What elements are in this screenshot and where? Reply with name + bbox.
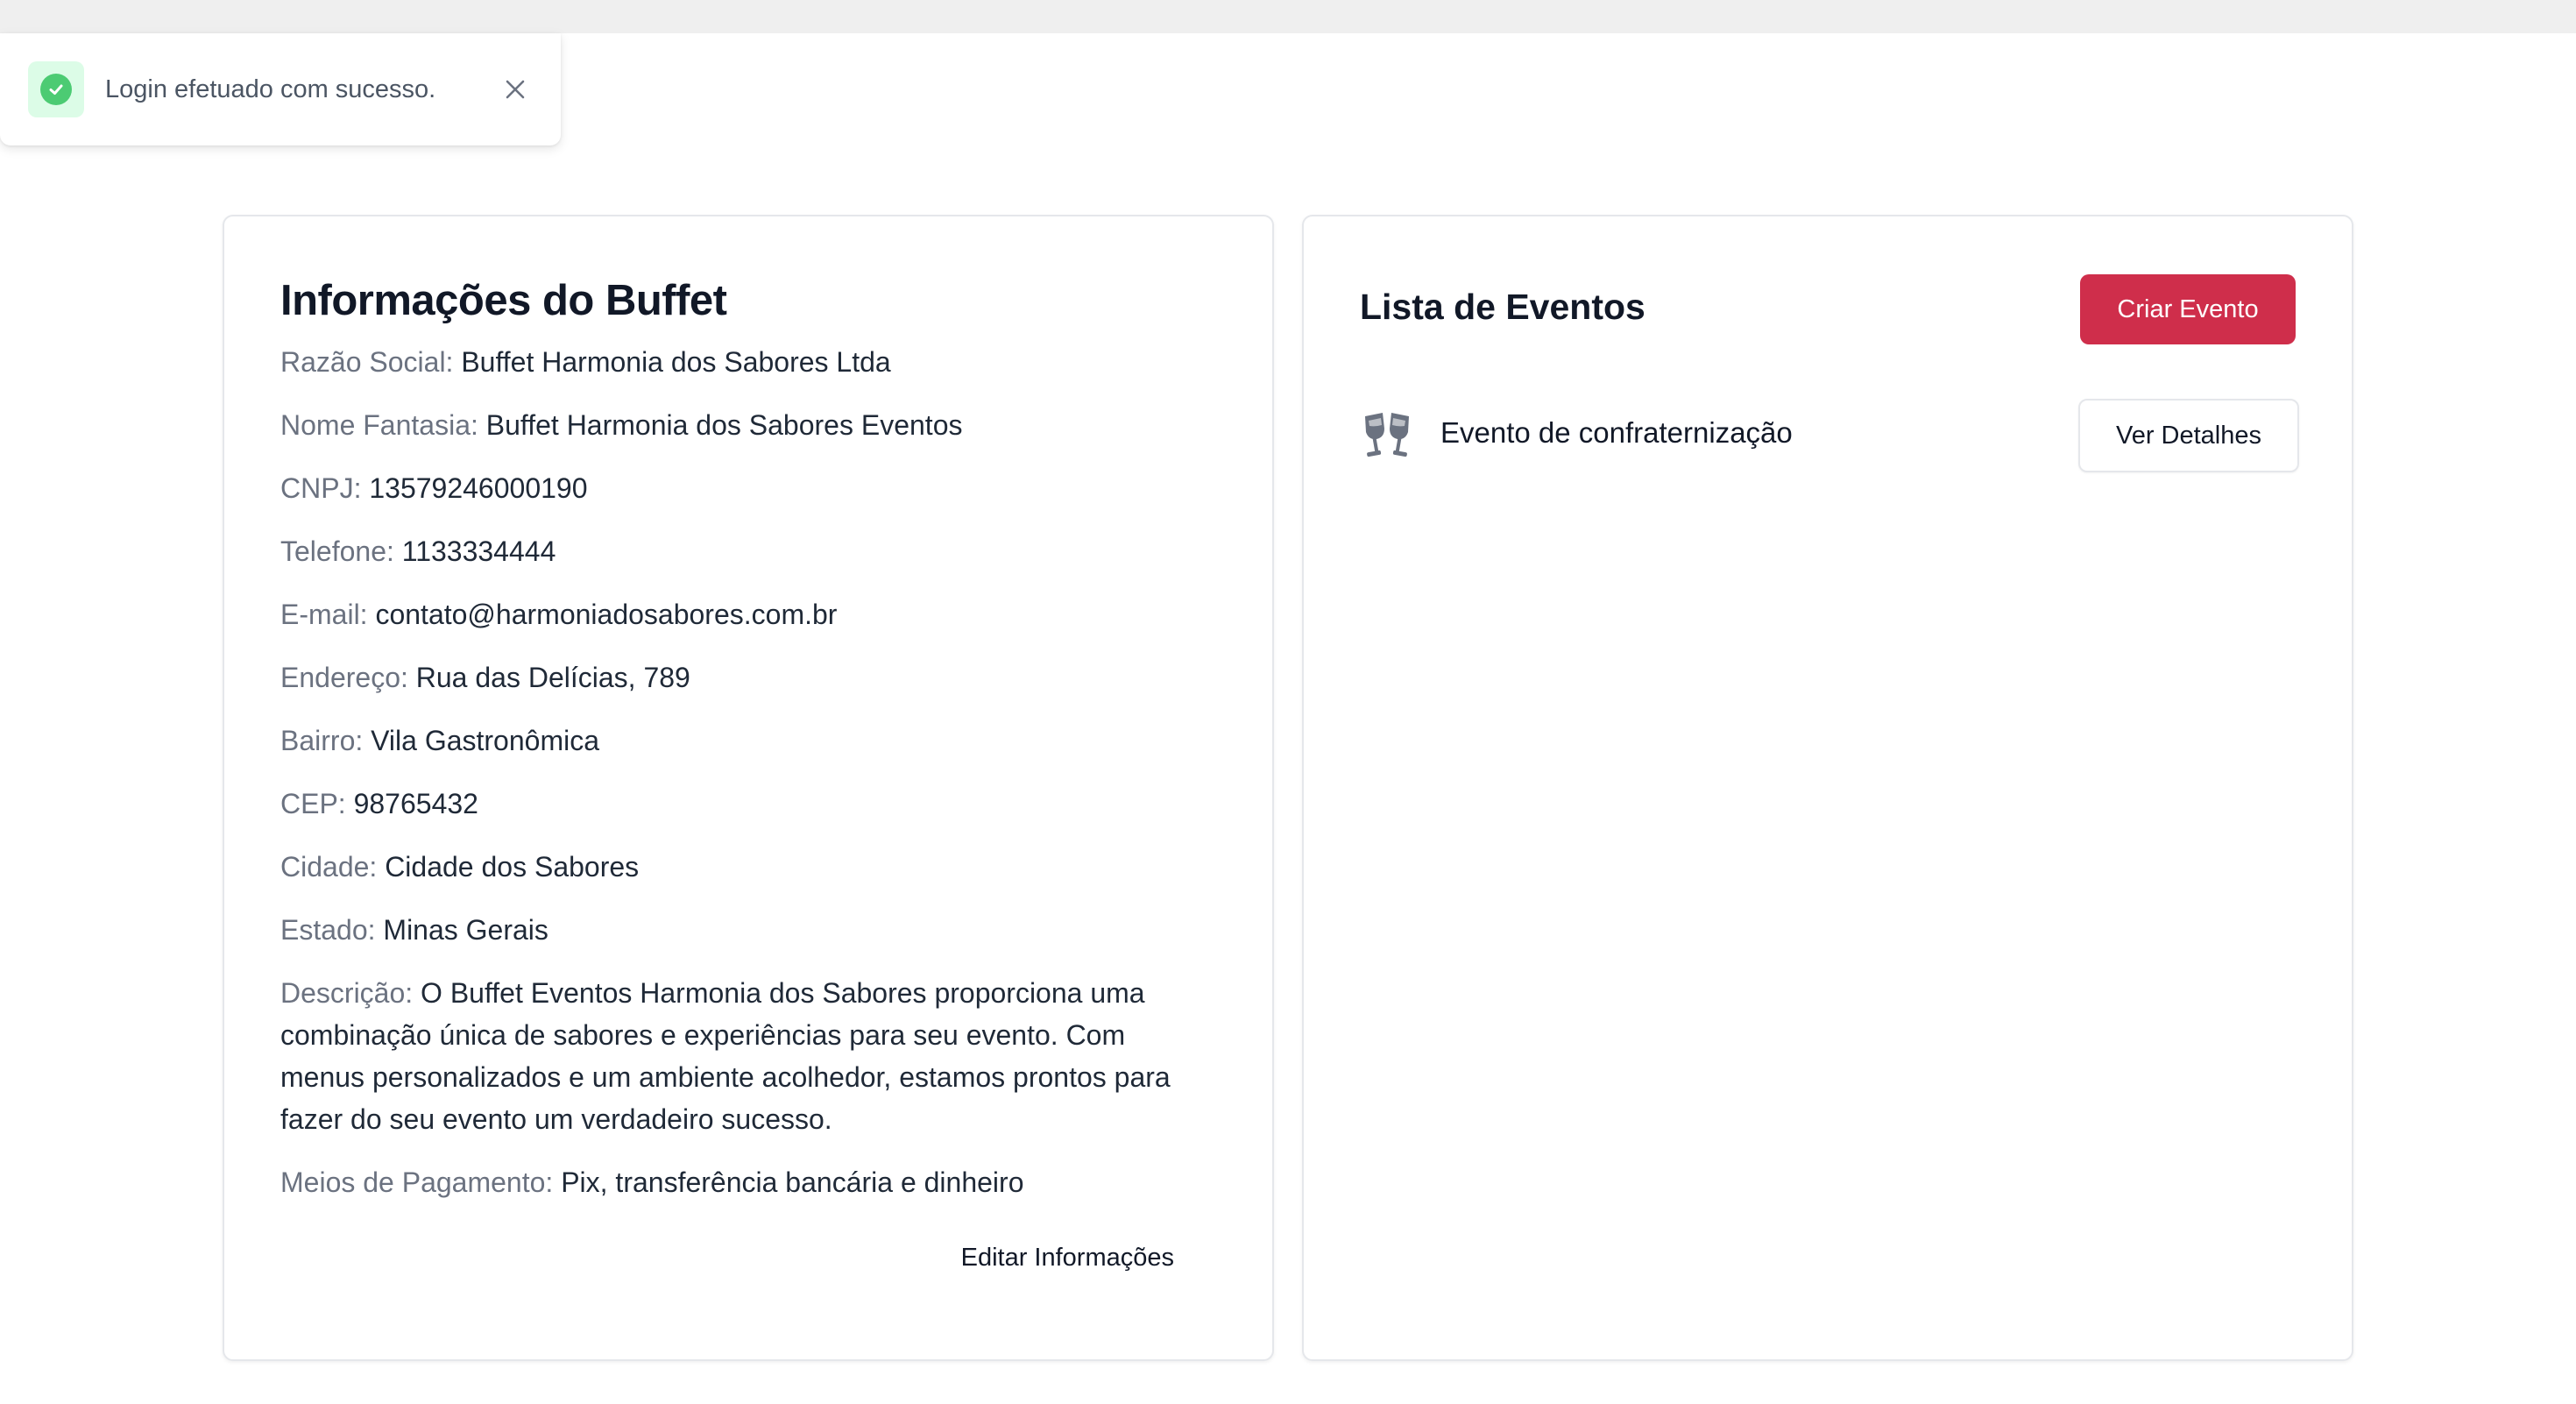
info-label: Descrição: <box>280 977 414 1009</box>
info-value: Buffet Harmonia dos Sabores Eventos <box>485 409 963 441</box>
info-value: 13579246000190 <box>369 472 588 504</box>
info-descricao: Descrição: O Buffet Eventos Harmonia dos… <box>280 972 1209 1140</box>
success-toast: Login efetuado com sucesso. <box>0 33 561 145</box>
events-list-title: Lista de Eventos <box>1360 287 1645 327</box>
info-label: Razão Social: <box>280 346 454 378</box>
top-bar <box>0 0 2576 33</box>
info-value: O Buffet Eventos Harmonia dos Sabores pr… <box>280 977 1171 1135</box>
info-bairro: Bairro: Vila Gastronômica <box>280 720 1209 762</box>
event-name: Evento de confraternização <box>1440 416 1793 449</box>
info-label: Cidade: <box>280 851 378 883</box>
info-value: Cidade dos Sabores <box>385 851 640 883</box>
info-label: E-mail: <box>280 599 368 630</box>
create-event-button[interactable]: Criar Evento <box>2080 274 2296 344</box>
view-details-button[interactable]: Ver Detalhes <box>2078 399 2299 472</box>
info-razao-social: Razão Social: Buffet Harmonia dos Sabore… <box>280 341 1209 383</box>
info-endereco: Endereço: Rua das Delícias, 789 <box>280 656 1209 698</box>
info-label: Meios de Pagamento: <box>280 1166 554 1198</box>
info-value: contato@harmoniadosabores.com.br <box>375 599 838 630</box>
info-value: Minas Gerais <box>383 914 548 946</box>
info-label: CNPJ: <box>280 472 362 504</box>
info-estado: Estado: Minas Gerais <box>280 909 1209 951</box>
events-list-card: Lista de Eventos Criar Evento Evento de … <box>1302 215 2353 1361</box>
close-icon[interactable] <box>498 72 533 107</box>
info-cidade: Cidade: Cidade dos Sabores <box>280 846 1209 888</box>
info-email: E-mail: contato@harmoniadosabores.com.br <box>280 593 1209 635</box>
info-label: CEP: <box>280 788 346 819</box>
info-value: Pix, transferência bancária e dinheiro <box>561 1166 1024 1198</box>
info-telefone: Telefone: 1133334444 <box>280 530 1209 572</box>
info-value: Vila Gastronômica <box>371 725 599 756</box>
edit-info-link[interactable]: Editar Informações <box>961 1244 1174 1273</box>
info-label: Estado: <box>280 914 376 946</box>
info-value: Buffet Harmonia dos Sabores Ltda <box>461 346 891 378</box>
buffet-info-list: Razão Social: Buffet Harmonia dos Sabore… <box>280 341 1209 1224</box>
buffet-info-title: Informações do Buffet <box>280 277 727 324</box>
info-value: Rua das Delícias, 789 <box>415 662 690 693</box>
info-cnpj: CNPJ: 13579246000190 <box>280 467 1209 509</box>
champagne-glasses-icon <box>1360 409 1414 462</box>
buffet-info-card: Informações do Buffet Razão Social: Buff… <box>223 215 1274 1361</box>
toast-message: Login efetuado com sucesso. <box>105 75 436 103</box>
event-list-item: Evento de confraternização Ver Detalhes <box>1360 399 2299 472</box>
info-label: Endereço: <box>280 662 408 693</box>
info-nome-fantasia: Nome Fantasia: Buffet Harmonia dos Sabor… <box>280 404 1209 446</box>
info-meios-pagamento: Meios de Pagamento: Pix, transferência b… <box>280 1161 1209 1203</box>
info-label: Telefone: <box>280 535 394 567</box>
info-value: 1133334444 <box>401 535 556 567</box>
info-value: 98765432 <box>353 788 478 819</box>
info-cep: CEP: 98765432 <box>280 783 1209 825</box>
check-circle-icon <box>28 61 84 117</box>
info-label: Nome Fantasia: <box>280 409 478 441</box>
info-label: Bairro: <box>280 725 364 756</box>
